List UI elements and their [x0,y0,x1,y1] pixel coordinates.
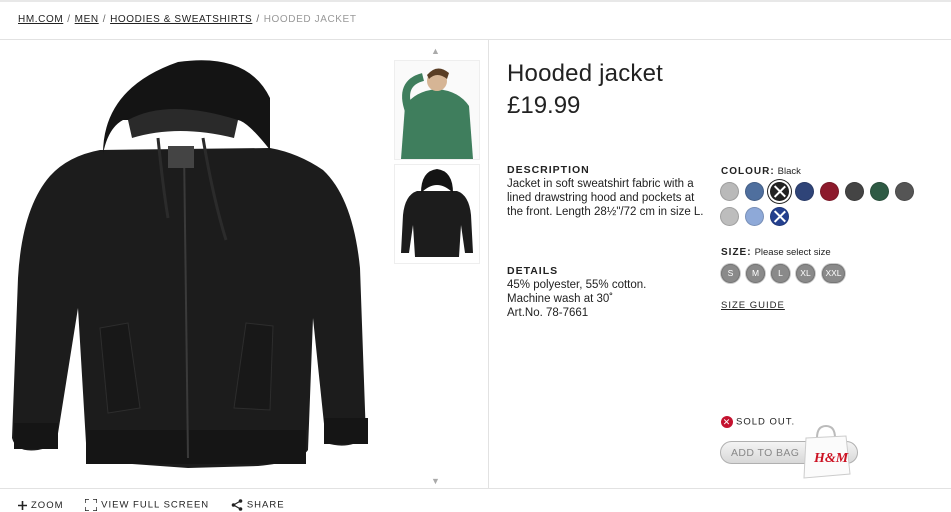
colour-swatch[interactable] [720,207,739,226]
sold-out-notice: ✕ SOLD OUT. [721,416,795,428]
add-to-bag-label: ADD TO BAG [731,447,800,459]
details-section: DETAILS 45% polyester, 55% cotton. Machi… [507,265,707,320]
thumbnail-up-arrow[interactable]: ▲ [431,46,440,56]
share-icon [231,499,243,511]
breadcrumb: HM.COM / MEN / HOODIES & SWEATSHIRTS / HOODED … [18,14,357,25]
breadcrumb-separator: / [256,14,260,25]
breadcrumb-men-link[interactable]: MEN [75,14,99,25]
zoom-label: ZOOM [31,499,64,511]
thumbnail-model[interactable] [394,60,480,160]
details-line: Art.No. 78-7661 [507,307,589,319]
image-tools: ZOOM VIEW FULL SCREEN SHARE [18,498,303,512]
description-heading: DESCRIPTION [507,164,590,176]
shopping-bag-icon: H&M [803,424,851,479]
footer-divider [0,488,951,489]
size-option-m[interactable]: M [746,264,765,283]
colour-swatch[interactable] [745,182,764,201]
size-option-xxl[interactable]: XXL [822,264,845,283]
share-label: SHARE [246,499,285,511]
colour-swatch[interactable] [895,182,914,201]
details-line: Machine wash at 30˚ [507,293,614,305]
size-header: SIZE: Please select size [721,247,831,258]
full-screen-label: VIEW FULL SCREEN [101,499,210,511]
colour-swatch[interactable] [845,182,864,201]
share-button[interactable]: SHARE [231,499,285,511]
breadcrumb-current: HOODED JACKET [263,14,357,25]
breadcrumb-separator: / [67,14,71,25]
product-main-image[interactable] [8,58,378,473]
colour-label: COLOUR: [721,166,775,177]
colour-swatch[interactable] [770,207,789,226]
sold-out-icon: ✕ [721,416,733,428]
description-section: DESCRIPTION Jacket in soft sweatshirt fa… [507,164,707,219]
size-option-s[interactable]: S [721,264,740,283]
colour-selected-value: Black [777,166,801,177]
product-price: £19.99 [507,92,581,119]
column-divider [488,40,489,488]
size-label: SIZE: [721,247,752,258]
colour-swatch[interactable] [795,182,814,201]
breadcrumb-separator: / [102,14,107,25]
details-line: 45% polyester, 55% cotton. [507,279,647,291]
colour-swatch[interactable] [770,182,789,201]
thumbnail-jacket[interactable] [394,164,480,264]
colour-header: COLOUR: Black [721,166,801,177]
thumbnail-down-arrow[interactable]: ▼ [431,476,440,486]
top-border [0,0,951,2]
plus-icon [18,500,27,510]
zoom-button[interactable]: ZOOM [18,500,64,511]
header-divider [0,39,951,40]
colour-swatch[interactable] [820,182,839,201]
sold-out-text: SOLD OUT. [736,416,796,428]
breadcrumb-home-link[interactable]: HM.COM [18,14,63,25]
size-prompt: Please select size [754,247,831,258]
description-text: Jacket in soft sweatshirt fabric with a … [507,178,704,218]
bag-logo-text: H&M [813,451,849,466]
details-heading: DETAILS [507,265,559,277]
size-option-xl[interactable]: XL [796,264,815,283]
full-screen-button[interactable]: VIEW FULL SCREEN [84,498,210,512]
colour-swatch[interactable] [720,182,739,201]
breadcrumb-hoodies-link[interactable]: HOODIES & SWEATSHIRTS [110,14,252,25]
colour-swatch[interactable] [745,207,764,226]
size-option-l[interactable]: L [771,264,790,283]
colour-swatch[interactable] [870,182,889,201]
size-guide-link[interactable]: SIZE GUIDE [721,300,785,311]
product-title: Hooded jacket [507,60,664,87]
expand-icon [84,498,98,512]
